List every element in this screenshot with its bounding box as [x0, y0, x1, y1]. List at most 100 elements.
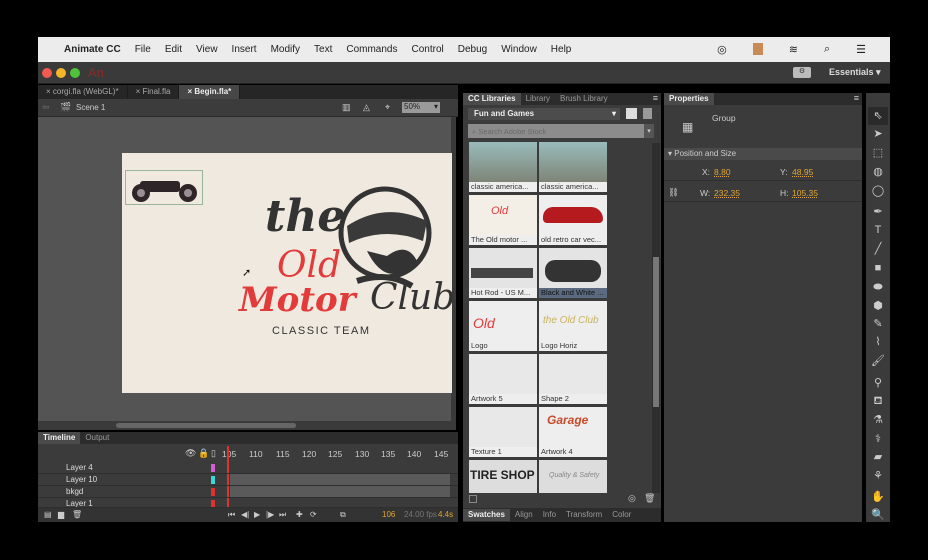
menu-view[interactable]: View: [196, 44, 218, 55]
menu-help[interactable]: Help: [551, 44, 572, 55]
library-item[interactable]: classic america...: [539, 142, 607, 192]
workspace-switcher[interactable]: Essentials ▾: [829, 67, 881, 78]
library-item[interactable]: Texture 1: [469, 407, 537, 457]
layer-row[interactable]: Layer 4: [38, 462, 458, 474]
edit-scene-icon[interactable]: ▥: [342, 102, 351, 113]
grid-view-icon[interactable]: [626, 108, 637, 119]
step-back-icon[interactable]: ◀|: [241, 510, 249, 519]
library-item[interactable]: Old The Old motor ...: [469, 195, 537, 245]
last-frame-icon[interactable]: ⏭: [279, 510, 286, 520]
tab-transform[interactable]: Transform: [561, 509, 607, 521]
current-frame[interactable]: 106: [382, 510, 395, 519]
layer-row[interactable]: Layer 10: [38, 474, 458, 486]
library-item[interactable]: TIRE SHOP: [469, 460, 537, 493]
ink-bottle-tool-icon[interactable]: ⚗: [868, 411, 888, 429]
oval-tool-icon[interactable]: ⬬: [868, 278, 888, 296]
delete-layer-icon[interactable]: 🗑: [72, 510, 82, 519]
library-item[interactable]: Artwork 5: [469, 354, 537, 404]
library-item[interactable]: Garage Artwork 4: [539, 407, 607, 457]
tab-final[interactable]: × Final.fla: [128, 85, 180, 99]
eraser-tool-icon[interactable]: ▰: [868, 448, 888, 466]
first-frame-icon[interactable]: ⏮: [228, 510, 235, 520]
frame-rate[interactable]: 24.00 fps: [404, 510, 437, 519]
menu-commands[interactable]: Commands: [346, 44, 397, 55]
menu-text[interactable]: Text: [314, 44, 332, 55]
bone-tool-icon[interactable]: ⚲: [868, 374, 888, 392]
h-value[interactable]: 105.35: [792, 188, 818, 198]
rectangle-tool-icon[interactable]: ■: [868, 259, 888, 277]
loop-icon[interactable]: ⟳: [310, 510, 317, 519]
text-tool-icon[interactable]: T: [868, 221, 888, 239]
menu-control[interactable]: Control: [412, 44, 444, 55]
tab-timeline[interactable]: Timeline: [38, 432, 81, 444]
tab-brush-library[interactable]: Brush Library: [555, 93, 613, 105]
library-select[interactable]: Fun and Games ▾: [468, 108, 620, 120]
edit-symbol-icon[interactable]: ◬: [363, 102, 370, 113]
scene-label[interactable]: Scene 1: [76, 103, 105, 112]
stage[interactable]: the Old Motor Club CLASSIC TEAM ➚: [122, 153, 455, 393]
library-item[interactable]: Shape 2: [539, 354, 607, 404]
play-icon[interactable]: ▶: [254, 510, 260, 519]
notification-list-icon[interactable]: ☰: [856, 43, 866, 56]
w-value[interactable]: 232.35: [714, 188, 740, 198]
layer-row[interactable]: Layer 1: [38, 498, 458, 508]
motorcycle-symbol[interactable]: [125, 170, 203, 205]
zoom-select[interactable]: 50% ▾: [402, 102, 440, 113]
frame-ruler[interactable]: 105 110 115 120 125 130 135 140 145: [220, 446, 458, 462]
creative-cloud-icon[interactable]: ◎: [717, 43, 727, 56]
eyedropper-tool-icon[interactable]: ⚕: [868, 430, 888, 448]
zoom-tool-icon[interactable]: 🔍: [868, 506, 888, 524]
tab-align[interactable]: Align: [510, 509, 538, 521]
selection-tool-icon[interactable]: ⇖: [868, 107, 888, 125]
search-adobe-stock-input[interactable]: ⌕ Search Adobe Stock: [468, 124, 644, 138]
y-value[interactable]: 48.95: [792, 167, 813, 177]
position-size-section[interactable]: ▾ Position and Size: [664, 148, 862, 160]
library-item[interactable]: Old Logo: [469, 301, 537, 351]
trash-icon[interactable]: 🗑: [644, 493, 655, 504]
subselection-tool-icon[interactable]: ➤: [868, 125, 888, 143]
panel-menu-icon[interactable]: ≡: [653, 93, 658, 103]
list-view-icon[interactable]: [643, 108, 652, 119]
step-forward-icon[interactable]: |▶: [266, 510, 274, 519]
tab-corgi[interactable]: × corgi.fla (WebGL)*: [38, 85, 128, 99]
free-transform-tool-icon[interactable]: ⬚: [868, 144, 888, 162]
onion-skin-icon[interactable]: ⧉: [340, 510, 346, 520]
wifi-icon[interactable]: ≋: [789, 43, 798, 56]
library-scrollbar[interactable]: [652, 143, 660, 493]
library-item[interactable]: old retro car vec...: [539, 195, 607, 245]
tab-cc-libraries[interactable]: CC Libraries: [463, 93, 521, 105]
user-avatar-icon[interactable]: [752, 43, 763, 55]
tab-info[interactable]: Info: [538, 509, 561, 521]
lasso-tool-icon[interactable]: ◯: [868, 182, 888, 200]
new-layer-icon[interactable]: ▤: [44, 510, 52, 519]
horizontal-scrollbar[interactable]: [38, 421, 456, 430]
menu-app[interactable]: Animate CC: [64, 44, 121, 55]
tab-color[interactable]: Color: [607, 509, 636, 521]
checkbox-icon[interactable]: [469, 495, 477, 503]
zoom-window-button[interactable]: [70, 68, 80, 78]
tab-output[interactable]: Output: [80, 432, 114, 444]
spotlight-search-icon[interactable]: ⌕: [824, 43, 830, 56]
center-frame-icon[interactable]: ✚: [296, 510, 303, 519]
3d-rotation-tool-icon[interactable]: ◍: [868, 163, 888, 181]
tab-swatches[interactable]: Swatches: [463, 509, 510, 521]
panel-menu-icon[interactable]: ≡: [854, 93, 859, 103]
new-folder-icon[interactable]: ▆: [58, 510, 64, 519]
scroll-thumb[interactable]: [116, 423, 296, 428]
outline-icon[interactable]: ▯: [211, 448, 216, 459]
minimize-window-button[interactable]: [56, 68, 66, 78]
tab-library[interactable]: Library: [521, 93, 555, 105]
paint-brush-tool-icon[interactable]: ⌇: [868, 333, 888, 351]
library-item[interactable]: the Old Club Logo Horiz: [539, 301, 607, 351]
sync-settings-icon[interactable]: ⚙: [793, 67, 811, 78]
width-tool-icon[interactable]: ⚘: [868, 467, 888, 485]
pencil-tool-icon[interactable]: ✎: [868, 315, 888, 333]
paint-bucket-tool-icon[interactable]: ⛾: [868, 392, 888, 410]
tab-begin[interactable]: × Begin.fla*: [179, 85, 241, 99]
lock-proportions-icon[interactable]: ⛓: [668, 187, 679, 198]
brush-tool-icon[interactable]: 🖌: [868, 352, 888, 370]
close-window-button[interactable]: [42, 68, 52, 78]
library-item-selected[interactable]: Black and White ...: [539, 248, 607, 298]
tab-properties[interactable]: Properties: [664, 93, 714, 105]
menu-insert[interactable]: Insert: [232, 44, 257, 55]
